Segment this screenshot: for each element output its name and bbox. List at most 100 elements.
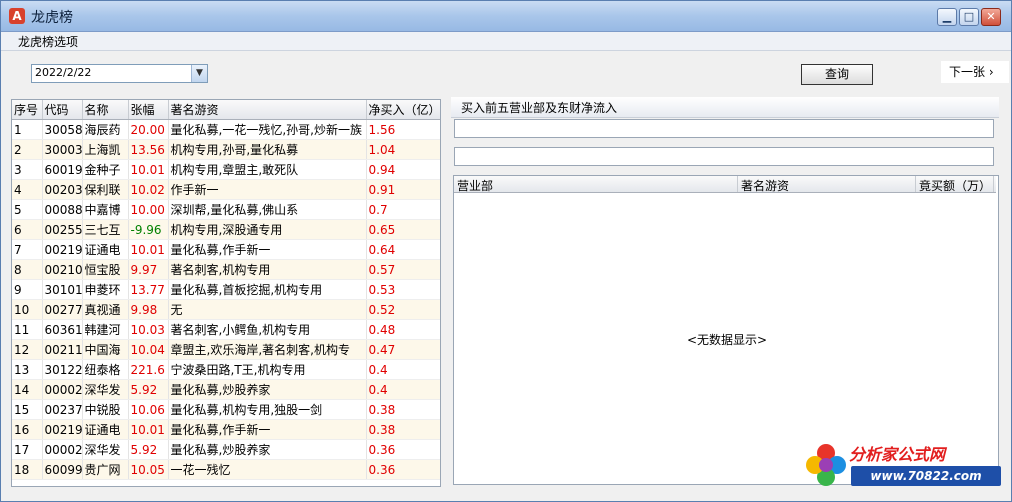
column-header-change[interactable]: 张幅	[128, 100, 169, 120]
cell-index: 5	[12, 199, 43, 220]
column-header-index[interactable]: 序号	[12, 100, 43, 120]
cell-code: 00002	[42, 439, 83, 460]
cell-name: 真视通	[82, 299, 129, 320]
cell-change: 10.01	[128, 419, 169, 440]
cell-traders: 机构专用,孙哥,量化私募	[168, 139, 367, 160]
cell-traders: 一花一残忆	[168, 459, 367, 480]
cell-name: 三七互	[82, 219, 129, 240]
cell-index: 7	[12, 239, 43, 260]
table-header-row: 序号 代码 名称 张幅 著名游资 净买入（亿）	[12, 100, 440, 120]
column-header-code[interactable]: 代码	[42, 100, 83, 120]
cell-traders: 无	[168, 299, 367, 320]
cell-index: 1	[12, 119, 43, 140]
cell-index: 10	[12, 299, 43, 320]
cell-net-buy: 1.56	[366, 119, 440, 140]
table-row[interactable]: 1 30058 海辰药 20.00 量化私募,一花一残忆,孙哥,炒新一族 1.56	[12, 119, 440, 140]
menu-item-options[interactable]: 龙虎榜选项	[18, 33, 78, 50]
cell-change: 5.92	[128, 439, 169, 460]
cell-change: 20.00	[128, 119, 169, 140]
column-header-famous-traders[interactable]: 著名游资	[741, 177, 789, 194]
cell-change: 10.05	[128, 459, 169, 480]
branch-list-header: 营业部 著名游资 竟买额（万）	[454, 176, 996, 193]
cell-traders: 量化私募,炒股养家	[168, 439, 367, 460]
cell-traders: 量化私募,炒股养家	[168, 379, 367, 400]
cell-net-buy: 0.4	[366, 359, 440, 380]
query-button[interactable]: 查询	[801, 64, 873, 85]
app-logo-icon: A	[9, 8, 25, 24]
cell-code: 60099	[42, 459, 83, 480]
cell-net-buy: 0.65	[366, 219, 440, 240]
column-header-buy-amount[interactable]: 竟买额（万）	[919, 177, 991, 194]
cell-code: 30058	[42, 119, 83, 140]
cell-net-buy: 0.53	[366, 279, 440, 300]
column-header-branch[interactable]: 营业部	[457, 177, 493, 194]
table-row[interactable]: 17 00002 深华发 5.92 量化私募,炒股养家 0.36	[12, 439, 440, 460]
cell-code: 00219	[42, 239, 83, 260]
empty-state-text: <无数据显示>	[687, 333, 768, 347]
summary-field-2	[454, 147, 994, 166]
column-header-name[interactable]: 名称	[82, 100, 129, 120]
cell-traders: 机构专用,章盟主,敢死队	[168, 159, 367, 180]
detail-panel-header: 买入前五营业部及东财净流入	[451, 97, 999, 118]
cell-change: 9.98	[128, 299, 169, 320]
table-row[interactable]: 5 00088 中嘉博 10.00 深圳帮,量化私募,佛山系 0.7	[12, 199, 440, 220]
cell-index: 15	[12, 399, 43, 420]
table-row[interactable]: 8 00210 恒宝股 9.97 著名刺客,机构专用 0.57	[12, 259, 440, 280]
brand-logo-text: 分析家公式网	[849, 445, 946, 464]
chevron-down-icon[interactable]: ▼	[191, 65, 207, 82]
cell-traders: 量化私募,一花一残忆,孙哥,炒新一族	[168, 119, 367, 140]
cell-name: 申菱环	[82, 279, 129, 300]
cell-index: 18	[12, 459, 43, 480]
cell-index: 16	[12, 419, 43, 440]
cell-index: 13	[12, 359, 43, 380]
table-row[interactable]: 6 00255 三七互 -9.96 机构专用,深股通专用 0.65	[12, 219, 440, 240]
cell-traders: 著名刺客,小鳄鱼,机构专用	[168, 319, 367, 340]
cell-net-buy: 0.4	[366, 379, 440, 400]
toolbar: 2022/2/22 ▼ 查询 下一张 ›	[1, 51, 1011, 95]
table-row[interactable]: 3 60019 金种子 10.01 机构专用,章盟主,敢死队 0.94	[12, 159, 440, 180]
table-row[interactable]: 11 60361 韩建河 10.03 著名刺客,小鳄鱼,机构专用 0.48	[12, 319, 440, 340]
cell-index: 2	[12, 139, 43, 160]
window-title: 龙虎榜	[31, 10, 73, 26]
next-page-button[interactable]: 下一张 ›	[941, 61, 1009, 83]
table-row[interactable]: 14 00002 深华发 5.92 量化私募,炒股养家 0.4	[12, 379, 440, 400]
panel-splitter[interactable]	[442, 99, 449, 485]
table-row[interactable]: 15 00237 中锐股 10.06 量化私募,机构专用,独股一剑 0.38	[12, 399, 440, 420]
table-row[interactable]: 7 00219 证通电 10.01 量化私募,作手新一 0.64	[12, 239, 440, 260]
table-row[interactable]: 9 30101 申菱环 13.77 量化私募,首板挖掘,机构专用 0.53	[12, 279, 440, 300]
cell-net-buy: 0.36	[366, 439, 440, 460]
cell-code: 00277	[42, 299, 83, 320]
minimize-button[interactable]: ▁	[937, 8, 957, 26]
date-picker[interactable]: 2022/2/22 ▼	[31, 64, 208, 83]
column-header-net-buy[interactable]: 净买入（亿）	[366, 100, 440, 120]
cell-net-buy: 0.94	[366, 159, 440, 180]
cell-net-buy: 0.52	[366, 299, 440, 320]
cell-code: 00219	[42, 419, 83, 440]
column-divider[interactable]	[915, 176, 916, 192]
cell-traders: 机构专用,深股通专用	[168, 219, 367, 240]
cell-net-buy: 0.36	[366, 459, 440, 480]
cell-name: 上海凯	[82, 139, 129, 160]
table-row[interactable]: 13 30122 纽泰格 221.6 宁波桑田路,T王,机构专用 0.4	[12, 359, 440, 380]
table-row[interactable]: 2 30003 上海凯 13.56 机构专用,孙哥,量化私募 1.04	[12, 139, 440, 160]
column-header-traders[interactable]: 著名游资	[168, 100, 367, 120]
title-bar[interactable]: A 龙虎榜 ▁ □ ✕	[1, 1, 1011, 32]
cell-traders: 量化私募,作手新一	[168, 419, 367, 440]
cell-net-buy: 0.38	[366, 419, 440, 440]
table-row[interactable]: 4 00203 保利联 10.02 作手新一 0.91	[12, 179, 440, 200]
table-row[interactable]: 10 00277 真视通 9.98 无 0.52	[12, 299, 440, 320]
ranking-table: 序号 代码 名称 张幅 著名游资 净买入（亿） 1 30058 海辰药 20.00 量化…	[12, 100, 440, 480]
maximize-button[interactable]: □	[959, 8, 979, 26]
close-button[interactable]: ✕	[981, 8, 1001, 26]
branch-list: 营业部 著名游资 竟买额（万） <无数据显示>	[453, 175, 999, 485]
cell-change: 9.97	[128, 259, 169, 280]
column-divider[interactable]	[737, 176, 738, 192]
table-row[interactable]: 12 00211 中国海 10.04 章盟主,欢乐海岸,著名刺客,机构专 0.47	[12, 339, 440, 360]
brand-logo-url: www.70822.com	[851, 466, 1001, 486]
table-row[interactable]: 18 60099 贵广网 10.05 一花一残忆 0.36	[12, 459, 440, 480]
column-divider[interactable]	[993, 176, 994, 192]
table-row[interactable]: 16 00219 证通电 10.01 量化私募,作手新一 0.38	[12, 419, 440, 440]
detail-panel: 买入前五营业部及东财净流入 营业部 著名游资 竟买额（万） <无数据显示>	[451, 97, 999, 487]
cell-code: 00210	[42, 259, 83, 280]
menu-bar: 龙虎榜选项	[1, 32, 1011, 51]
